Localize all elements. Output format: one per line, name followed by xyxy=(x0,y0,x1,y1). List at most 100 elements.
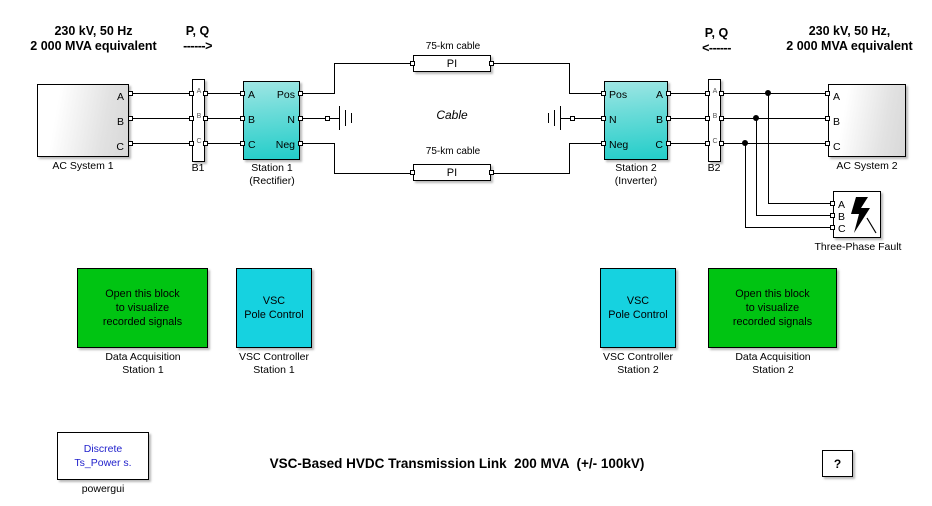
wire xyxy=(334,63,410,64)
block-vsc-controller-1[interactable]: VSC Pole Control xyxy=(236,268,312,348)
annotation-right-arrow: <------ xyxy=(702,41,731,55)
port-label-n: N xyxy=(287,114,295,126)
port-nub xyxy=(830,213,835,218)
wire xyxy=(724,93,825,94)
cable-top-inner: PI xyxy=(446,57,458,70)
wire xyxy=(494,173,570,174)
port-label-a: A xyxy=(655,89,663,101)
wire xyxy=(569,143,570,174)
caption-three-phase-fault: Three-Phase Fault xyxy=(814,241,902,253)
block-data-acquisition-1[interactable]: Open this block to visualize recorded si… xyxy=(77,268,208,348)
ground-symbol xyxy=(339,106,340,130)
block-station-1[interactable]: A B C Pos N Neg xyxy=(243,81,300,160)
wire xyxy=(208,143,241,144)
block-powergui[interactable]: Discrete Ts_Power s. xyxy=(57,432,149,480)
annotation-right-pq: P, Q xyxy=(704,26,729,40)
block-cable-top-pi[interactable]: PI xyxy=(413,55,491,72)
port-nub xyxy=(410,170,415,175)
wire xyxy=(133,143,190,144)
caption-ac-system-1: AC System 1 xyxy=(52,160,114,172)
wire xyxy=(330,118,339,119)
wire xyxy=(724,143,825,144)
cable-bottom-inner: PI xyxy=(446,166,458,179)
ground-symbol xyxy=(351,113,352,123)
port-nub xyxy=(240,91,245,96)
wire xyxy=(334,63,335,94)
annotation-left-pq: P, Q xyxy=(185,24,210,38)
port-label-a: A xyxy=(116,91,124,103)
annotation-left-source: 230 kV, 50 Hz 2 000 MVA equivalent xyxy=(30,24,157,53)
simulink-canvas: 230 kV, 50 Hz 2 000 MVA equivalent P, Q … xyxy=(0,0,932,506)
port-nub xyxy=(705,116,710,121)
port-label-pos: Pos xyxy=(276,89,295,101)
port-nub xyxy=(189,141,194,146)
wire xyxy=(756,215,830,216)
port-label-b: B xyxy=(248,114,256,126)
port-label-n: N xyxy=(609,114,617,126)
wire xyxy=(671,143,706,144)
wire xyxy=(303,118,327,119)
port-label-b: B xyxy=(655,114,663,126)
block-station-2[interactable]: Pos N Neg A B C xyxy=(604,81,668,160)
wire xyxy=(133,93,190,94)
wire xyxy=(208,118,241,119)
vsc-controller-2-inner: VSC Pole Control xyxy=(608,295,668,321)
port-nub xyxy=(601,141,606,146)
port-label-neg: Neg xyxy=(275,139,295,151)
block-ac-system-2[interactable]: A B C xyxy=(828,84,906,157)
annotation-right-source: 230 kV, 50 Hz, 2 000 MVA equivalent xyxy=(786,24,913,53)
ground-symbol xyxy=(554,110,555,126)
port-nub xyxy=(189,91,194,96)
block-vsc-controller-2[interactable]: VSC Pole Control xyxy=(600,268,676,348)
annotation-left-arrow: ------> xyxy=(183,39,212,53)
label-cable-top: 75-km cable xyxy=(425,41,481,52)
port-label-c: C xyxy=(116,141,124,153)
port-nub xyxy=(825,116,830,121)
caption-station-2: Station 2 (Inverter) xyxy=(614,162,658,187)
port-label-b: B xyxy=(833,116,841,128)
caption-data-acquisition-2: Data Acquisition Station 2 xyxy=(735,351,811,376)
block-data-acquisition-2[interactable]: Open this block to visualize recorded si… xyxy=(708,268,837,348)
port-nub xyxy=(410,61,415,66)
wire xyxy=(671,118,706,119)
wire xyxy=(494,63,570,64)
wire xyxy=(334,173,410,174)
diagram-title: VSC-Based HVDC Transmission Link 200 MVA… xyxy=(269,456,645,471)
caption-vsc-controller-2: VSC Controller Station 2 xyxy=(602,351,674,376)
caption-breaker-b2: B2 xyxy=(707,162,721,174)
port-nub xyxy=(189,116,194,121)
block-cable-bottom-pi[interactable]: PI xyxy=(413,164,491,181)
port-label-a: A xyxy=(833,91,841,103)
port-label-pos: Pos xyxy=(609,89,628,101)
wire xyxy=(724,118,825,119)
ground-symbol xyxy=(345,110,346,126)
label-cable-word: Cable xyxy=(436,108,468,122)
caption-powergui: powergui xyxy=(81,483,125,495)
wire xyxy=(569,63,570,94)
wire xyxy=(745,143,746,228)
wire xyxy=(303,143,335,144)
label-cable-bottom: 75-km cable xyxy=(425,146,481,157)
caption-vsc-controller-1: VSC Controller Station 1 xyxy=(238,351,310,376)
port-nub xyxy=(705,91,710,96)
data-acquisition-1-inner: Open this block to visualize recorded si… xyxy=(102,288,183,328)
port-nub xyxy=(240,116,245,121)
caption-ac-system-2: AC System 2 xyxy=(836,160,898,172)
port-label-c: C xyxy=(248,139,256,151)
port-nub xyxy=(830,201,835,206)
wire xyxy=(756,118,757,216)
port-label-neg: Neg xyxy=(609,139,629,151)
port-nub xyxy=(601,116,606,121)
block-three-phase-fault[interactable]: A B C xyxy=(833,191,881,238)
port-nub xyxy=(830,225,835,230)
wire xyxy=(768,93,769,204)
wire xyxy=(671,93,706,94)
data-acquisition-2-inner: Open this block to visualize recorded si… xyxy=(732,288,813,328)
block-help[interactable]: ? xyxy=(822,450,853,477)
port-nub xyxy=(825,91,830,96)
wire xyxy=(745,227,830,228)
block-ac-system-1[interactable]: A B C xyxy=(37,84,129,157)
powergui-inner: Discrete Ts_Power s. xyxy=(74,443,132,469)
wire xyxy=(303,93,335,94)
wire xyxy=(569,143,601,144)
